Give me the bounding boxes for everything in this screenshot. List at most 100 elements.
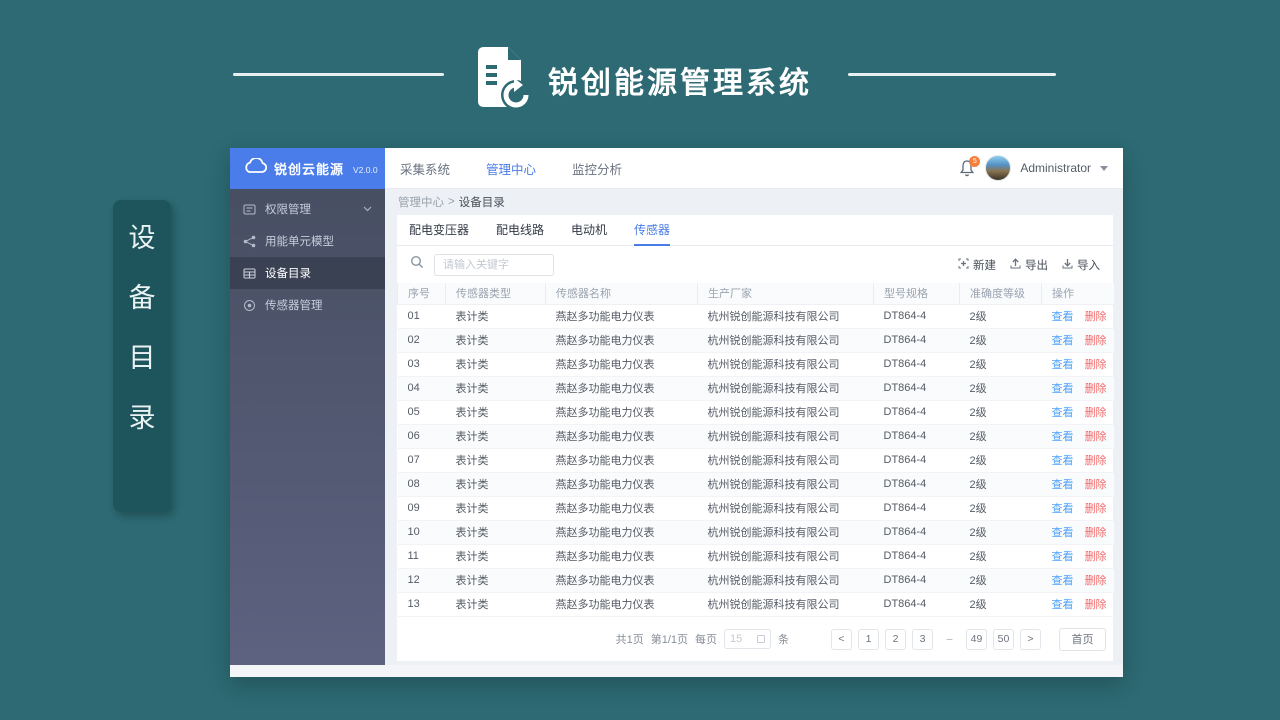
cell-serial-number: 13 xyxy=(397,592,446,617)
view-link[interactable]: 查看 xyxy=(1052,359,1074,371)
topnav-item-collection-system[interactable]: 采集系统 xyxy=(400,159,450,178)
topnav-item-management-center[interactable]: 管理中心 xyxy=(486,159,536,178)
tab-distribution-transformer[interactable]: 配电变压器 xyxy=(409,215,469,246)
cell-sensor-name: 燕赵多功能电力仪表 xyxy=(545,400,698,425)
page-number-button[interactable]: 50 xyxy=(993,628,1014,650)
table-row: 05 表计类 燕赵多功能电力仪表 杭州锐创能源科技有限公司 DT864-4 2级… xyxy=(397,400,1114,425)
page-number-button[interactable]: 1 xyxy=(858,628,879,650)
cell-manufacturer: 杭州锐创能源科技有限公司 xyxy=(697,400,874,425)
delete-link[interactable]: 删除 xyxy=(1085,431,1107,443)
caret-down-icon[interactable] xyxy=(1100,165,1108,171)
tab-distribution-line[interactable]: 配电线路 xyxy=(496,215,544,246)
chevron-down-icon xyxy=(363,203,372,215)
cell-model: DT864-4 xyxy=(873,352,960,377)
delete-link[interactable]: 删除 xyxy=(1085,455,1107,467)
first-page-button[interactable]: 首页 xyxy=(1059,627,1106,651)
cell-model: DT864-4 xyxy=(873,568,960,593)
cell-serial-number: 11 xyxy=(397,544,446,569)
delete-link[interactable]: 删除 xyxy=(1085,503,1107,515)
delete-link[interactable]: 删除 xyxy=(1085,599,1107,611)
sidebar-item-device-catalog[interactable]: 设备目录 xyxy=(230,257,385,289)
banner-divider-left xyxy=(233,73,444,76)
tab-electric-motor[interactable]: 电动机 xyxy=(571,215,607,246)
delete-link[interactable]: 删除 xyxy=(1085,527,1107,539)
cell-operations: 查看 删除 xyxy=(1041,520,1114,545)
cell-sensor-type: 表计类 xyxy=(445,304,546,329)
view-link[interactable]: 查看 xyxy=(1052,383,1074,395)
document-refresh-icon xyxy=(473,45,531,110)
view-link[interactable]: 查看 xyxy=(1052,575,1074,587)
table-body: 01 表计类 燕赵多功能电力仪表 杭州锐创能源科技有限公司 DT864-4 2级… xyxy=(397,304,1114,617)
view-link[interactable]: 查看 xyxy=(1052,311,1074,323)
delete-link[interactable]: 删除 xyxy=(1085,359,1107,371)
cell-sensor-name: 燕赵多功能电力仪表 xyxy=(545,448,698,473)
delete-link[interactable]: 删除 xyxy=(1085,311,1107,323)
cell-serial-number: 10 xyxy=(397,520,446,545)
cloud-logo-icon xyxy=(243,157,268,179)
view-link[interactable]: 查看 xyxy=(1052,551,1074,563)
import-button[interactable]: 导入 xyxy=(1062,257,1100,273)
page-number-button[interactable]: 2 xyxy=(885,628,906,650)
cell-sensor-name: 燕赵多功能电力仪表 xyxy=(545,472,698,497)
cell-manufacturer: 杭州锐创能源科技有限公司 xyxy=(697,568,874,593)
view-link[interactable]: 查看 xyxy=(1052,455,1074,467)
main-area: 采集系统 管理中心 监控分析 5 Administrator 管理中心 > 设备… xyxy=(385,148,1123,665)
avatar[interactable] xyxy=(985,155,1012,181)
breadcrumb-current: 设备目录 xyxy=(458,197,505,209)
delete-link[interactable]: 删除 xyxy=(1085,335,1107,347)
cell-operations: 查看 删除 xyxy=(1041,472,1114,497)
topnav-item-monitoring-analysis[interactable]: 监控分析 xyxy=(572,159,622,178)
prev-page-button[interactable]: < xyxy=(831,628,852,650)
cell-model: DT864-4 xyxy=(873,424,960,449)
page-size-input[interactable]: 15 xyxy=(724,629,771,649)
sidebar-item-energy-unit-model[interactable]: 用能单元模型 xyxy=(230,225,385,257)
cell-operations: 查看 删除 xyxy=(1041,544,1114,569)
cell-manufacturer: 杭州锐创能源科技有限公司 xyxy=(697,424,874,449)
cell-model: DT864-4 xyxy=(873,448,960,473)
view-link[interactable]: 查看 xyxy=(1052,503,1074,515)
top-navigation: 采集系统 管理中心 监控分析 5 Administrator xyxy=(385,148,1123,189)
cell-sensor-type: 表计类 xyxy=(445,496,546,521)
search-input[interactable] xyxy=(434,253,554,276)
cell-serial-number: 01 xyxy=(397,304,446,329)
user-name[interactable]: Administrator xyxy=(1020,161,1091,175)
delete-link[interactable]: 删除 xyxy=(1085,383,1107,395)
breadcrumb-parent[interactable]: 管理中心 xyxy=(398,194,444,210)
slide-background: 锐创能源管理系统 设 备 目 录 锐创云能源 V2.0.0 权限管理 用能单元模… xyxy=(0,0,1280,720)
sidebar-item-sensor-management[interactable]: 传感器管理 xyxy=(230,289,385,321)
view-link[interactable]: 查看 xyxy=(1052,527,1074,539)
delete-link[interactable]: 删除 xyxy=(1085,575,1107,587)
table-row: 06 表计类 燕赵多功能电力仪表 杭州锐创能源科技有限公司 DT864-4 2级… xyxy=(397,424,1114,449)
view-link[interactable]: 查看 xyxy=(1052,335,1074,347)
view-link[interactable]: 查看 xyxy=(1052,407,1074,419)
view-link[interactable]: 查看 xyxy=(1052,599,1074,611)
page-number-button[interactable]: 3 xyxy=(912,628,933,650)
column-header: 型号规格 xyxy=(873,283,960,305)
vertical-label-char: 目 xyxy=(128,343,156,373)
page-number-button[interactable]: – xyxy=(939,629,960,650)
device-type-tabs: 配电变压器 配电线路 电动机 传感器 xyxy=(397,215,1113,246)
cell-model: DT864-4 xyxy=(873,544,960,569)
new-button[interactable]: 新建 xyxy=(958,257,996,273)
delete-link[interactable]: 删除 xyxy=(1085,551,1107,563)
column-header: 序号 xyxy=(397,283,446,305)
notification-bell-icon[interactable]: 5 xyxy=(959,155,981,178)
export-button[interactable]: 导出 xyxy=(1010,257,1048,273)
cell-sensor-type: 表计类 xyxy=(445,424,546,449)
cell-sensor-name: 燕赵多功能电力仪表 xyxy=(545,304,698,329)
view-link[interactable]: 查看 xyxy=(1052,431,1074,443)
new-plus-icon xyxy=(958,258,969,272)
tab-sensor[interactable]: 传感器 xyxy=(634,215,671,246)
view-link[interactable]: 查看 xyxy=(1052,479,1074,491)
delete-link[interactable]: 删除 xyxy=(1085,479,1107,491)
page-number-button[interactable]: 49 xyxy=(966,628,987,650)
column-header: 操作 xyxy=(1041,283,1114,305)
next-page-button[interactable]: > xyxy=(1020,628,1041,650)
sidebar-menu: 权限管理 用能单元模型 设备目录 传感器管理 xyxy=(230,189,385,321)
delete-link[interactable]: 删除 xyxy=(1085,407,1107,419)
column-header: 传感器名称 xyxy=(545,283,698,305)
cell-accuracy: 2级 xyxy=(959,304,1042,329)
cell-sensor-name: 燕赵多功能电力仪表 xyxy=(545,496,698,521)
cell-model: DT864-4 xyxy=(873,376,960,401)
sidebar-item-permission-management[interactable]: 权限管理 xyxy=(230,193,385,225)
